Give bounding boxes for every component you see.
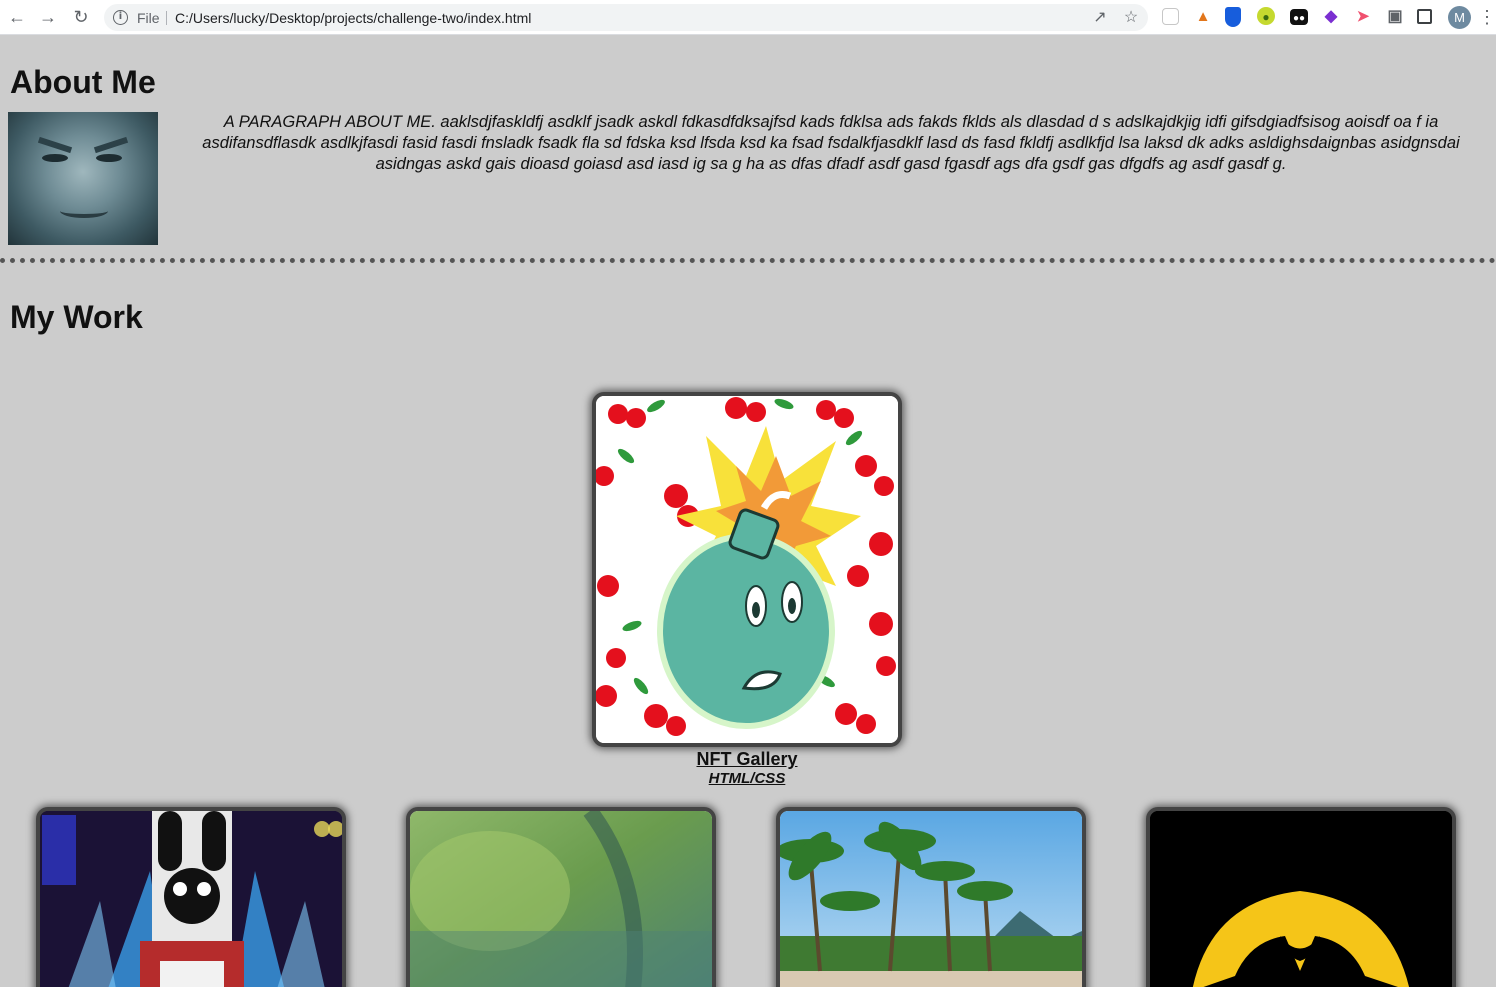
beach-palms-image <box>780 811 1082 987</box>
green-extension-icon[interactable]: ● <box>1257 7 1275 25</box>
site-info-icon[interactable]: i <box>113 10 128 25</box>
project-card-nft-gallery[interactable] <box>592 392 902 747</box>
my-work-heading: My Work <box>10 299 143 335</box>
project-card-robot[interactable] <box>36 807 346 987</box>
puzzle-icon[interactable]: ▣ <box>1385 7 1405 27</box>
gem-icon[interactable]: ◆ <box>1321 7 1341 27</box>
omnibox-separator <box>166 11 167 25</box>
featured-project-subtitle[interactable]: HTML/CSS <box>592 770 902 787</box>
reader-icon[interactable] <box>1162 8 1179 25</box>
bookmark-star-icon[interactable]: ☆ <box>1121 8 1141 28</box>
blurred-green-image <box>410 811 712 987</box>
metamask-fox-icon[interactable]: ▲ <box>1193 7 1213 27</box>
forward-icon[interactable]: → <box>37 6 59 28</box>
url-text[interactable]: C:/Users/lucky/Desktop/projects/challeng… <box>175 10 531 26</box>
bitwarden-shield-icon[interactable] <box>1225 7 1241 27</box>
browser-toolbar: ← → ↻ i File C:/Users/lucky/Desktop/proj… <box>0 0 1496 35</box>
about-paragraph: A PARAGRAPH ABOUT ME. aaklsdjfaskldfj as… <box>202 113 1460 173</box>
about-heading: About Me <box>10 64 156 100</box>
wutang-logo-image <box>1150 811 1452 987</box>
profile-portrait <box>8 112 158 245</box>
address-bar[interactable]: i File C:/Users/lucky/Desktop/projects/c… <box>104 4 1148 31</box>
project-card-wutang-logo[interactable] <box>1146 807 1456 987</box>
robot-image <box>40 811 342 987</box>
browser-menu-icon[interactable]: ⋮ <box>1478 6 1496 28</box>
featured-project-title[interactable]: NFT Gallery <box>592 749 902 770</box>
profile-avatar[interactable]: M <box>1448 6 1471 29</box>
back-icon[interactable]: ← <box>6 6 28 28</box>
glasses-icon[interactable]: ●● <box>1290 9 1308 25</box>
nft-bomb-image <box>596 396 898 743</box>
arrow-extension-icon[interactable]: ➤ <box>1353 7 1373 27</box>
section-divider <box>0 258 1496 263</box>
project-card-blurred-green[interactable] <box>406 807 716 987</box>
page-content: About Me A PARAGRAPH ABOUT ME. aaklsdjfa… <box>0 35 1496 987</box>
bomb-body <box>657 533 835 729</box>
reload-icon[interactable]: ↻ <box>70 6 92 28</box>
share-icon[interactable]: ↗ <box>1090 8 1110 28</box>
project-card-beach-palms[interactable] <box>776 807 1086 987</box>
file-scheme-label: File <box>137 10 160 26</box>
side-panel-icon[interactable] <box>1417 9 1432 24</box>
